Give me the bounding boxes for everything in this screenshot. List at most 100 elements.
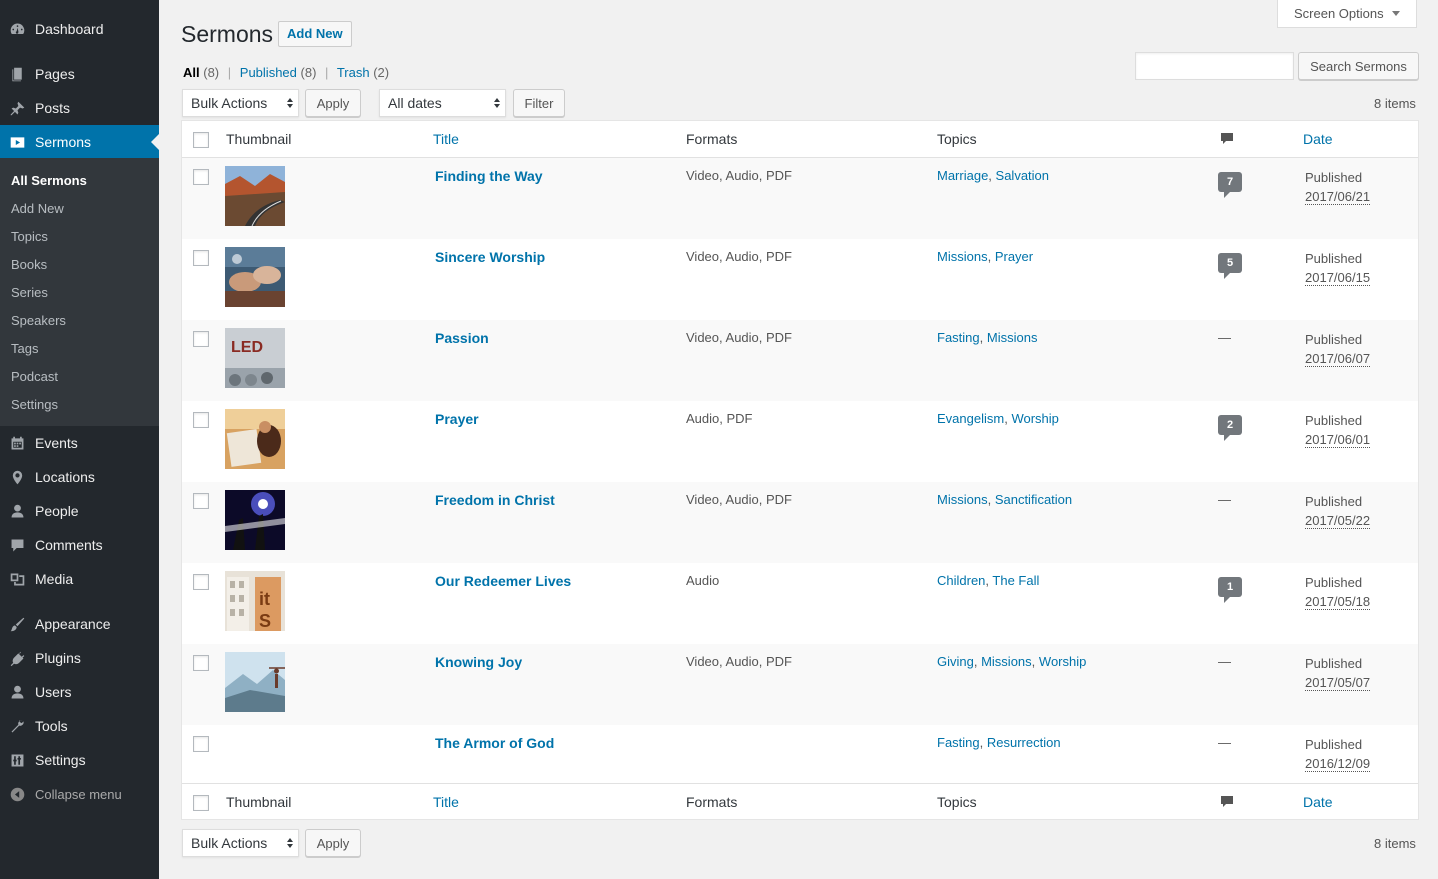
bulk-actions-select[interactable]: Bulk Actions [182, 89, 299, 117]
bulk-actions-value: Bulk Actions [191, 95, 268, 111]
sermon-title-link[interactable]: Our Redeemer Lives [435, 573, 571, 589]
topic-link[interactable]: Resurrection [987, 735, 1061, 750]
submenu-series[interactable]: Series [11, 285, 48, 300]
topic-link[interactable]: Worship [1039, 654, 1086, 669]
menu-events[interactable]: Events [0, 426, 159, 460]
sermon-status: Published [1305, 332, 1363, 347]
sermon-status: Published [1305, 737, 1363, 752]
date-filter-select[interactable]: All dates [379, 89, 506, 117]
comment-count-bubble[interactable]: 1 [1218, 577, 1242, 603]
row-checkbox[interactable] [193, 250, 209, 266]
topic-link[interactable]: Missions [937, 492, 988, 507]
sermon-thumbnail[interactable] [225, 409, 285, 469]
column-date-sort[interactable]: Date [1303, 131, 1333, 147]
topic-link[interactable]: Marriage [937, 168, 988, 183]
menu-users[interactable]: Users [0, 675, 159, 709]
sermon-title-link[interactable]: Passion [435, 330, 489, 346]
sermon-topics: Evangelism, Worship [937, 411, 1059, 426]
column-title-sort[interactable]: Title [433, 131, 459, 147]
topic-link[interactable]: The Fall [992, 573, 1039, 588]
sermon-title-link[interactable]: Sincere Worship [435, 249, 545, 265]
collapse-menu-button[interactable]: Collapse menu [0, 777, 159, 811]
row-checkbox[interactable] [193, 574, 209, 590]
menu-pages[interactable]: Pages [0, 57, 159, 91]
submenu-speakers[interactable]: Speakers [11, 313, 66, 328]
comment-count: 2 [1218, 415, 1242, 441]
row-checkbox[interactable] [193, 169, 209, 185]
menu-dashboard[interactable]: Dashboard [0, 12, 159, 46]
submenu-tags[interactable]: Tags [11, 341, 38, 356]
sermon-thumbnail[interactable]: it S [225, 571, 285, 631]
column-date-sort-footer[interactable]: Date [1303, 794, 1333, 810]
screen-options-button[interactable]: Screen Options [1277, 0, 1417, 28]
view-all-link[interactable]: All [183, 65, 200, 80]
menu-media[interactable]: Media [0, 562, 159, 596]
submenu-add-new[interactable]: Add New [11, 201, 64, 216]
topic-link[interactable]: Missions [987, 330, 1038, 345]
menu-posts[interactable]: Posts [0, 91, 159, 125]
sermon-title-link[interactable]: Prayer [435, 411, 479, 427]
topic-link[interactable]: Giving [937, 654, 974, 669]
menu-locations[interactable]: Locations [0, 460, 159, 494]
column-title-sort-footer[interactable]: Title [433, 794, 459, 810]
sermon-thumbnail[interactable] [225, 166, 285, 226]
row-checkbox[interactable] [193, 331, 209, 347]
sermon-thumbnail[interactable] [225, 490, 285, 550]
sermon-date-value: 2017/06/15 [1305, 270, 1371, 286]
bulk-actions-value: Bulk Actions [191, 835, 268, 851]
topic-link[interactable]: Salvation [996, 168, 1049, 183]
sermon-date: Published 2017/06/01 [1305, 411, 1371, 449]
submenu-all-sermons[interactable]: All Sermons [11, 173, 87, 188]
apply-button[interactable]: Apply [305, 89, 361, 117]
sermon-thumbnail[interactable]: LED [225, 328, 285, 388]
menu-plugins[interactable]: Plugins [0, 641, 159, 675]
sermon-title-link[interactable]: Finding the Way [435, 168, 543, 184]
row-checkbox[interactable] [193, 412, 209, 428]
column-topics: Topics [937, 131, 977, 147]
row-checkbox[interactable] [193, 655, 209, 671]
topic-link[interactable]: Fasting [937, 735, 980, 750]
sermon-title-link[interactable]: Knowing Joy [435, 654, 522, 670]
topic-link[interactable]: Evangelism [937, 411, 1004, 426]
menu-tools[interactable]: Tools [0, 709, 159, 743]
status-views: All (8) | Published (8) | Trash (2) [183, 65, 389, 80]
add-new-button[interactable]: Add New [278, 21, 352, 47]
sermon-formats: Video, Audio, PDF [686, 249, 792, 264]
topic-link[interactable]: Prayer [995, 249, 1033, 264]
submenu-settings[interactable]: Settings [11, 397, 58, 412]
select-all-checkbox-footer[interactable] [193, 795, 209, 811]
bulk-actions-select-bottom[interactable]: Bulk Actions [182, 829, 299, 857]
select-all-checkbox[interactable] [193, 132, 209, 148]
sermon-date: Published 2017/06/15 [1305, 249, 1371, 287]
comment-count-bubble[interactable]: 5 [1218, 253, 1242, 279]
sermon-thumbnail[interactable] [225, 652, 285, 712]
menu-comments[interactable]: Comments [0, 528, 159, 562]
topic-link[interactable]: Fasting [937, 330, 980, 345]
topic-link[interactable]: Missions [937, 249, 988, 264]
menu-sermons[interactable]: Sermons [0, 125, 159, 159]
menu-settings[interactable]: Settings [0, 743, 159, 777]
search-sermons-button[interactable]: Search Sermons [1298, 52, 1419, 80]
topic-link[interactable]: Missions [981, 654, 1032, 669]
apply-button-bottom[interactable]: Apply [305, 829, 361, 857]
submenu-books[interactable]: Books [11, 257, 47, 272]
calendar-icon [8, 434, 26, 452]
topic-link[interactable]: Worship [1011, 411, 1058, 426]
filter-button[interactable]: Filter [513, 89, 565, 117]
topic-link[interactable]: Sanctification [995, 492, 1072, 507]
submenu-podcast[interactable]: Podcast [11, 369, 58, 384]
row-checkbox[interactable] [193, 493, 209, 509]
menu-people[interactable]: People [0, 494, 159, 528]
comment-count-bubble[interactable]: 7 [1218, 172, 1242, 198]
topic-link[interactable]: Children [937, 573, 985, 588]
comment-count-bubble[interactable]: 2 [1218, 415, 1242, 441]
menu-appearance[interactable]: Appearance [0, 607, 159, 641]
search-input[interactable] [1135, 52, 1294, 80]
sermon-title-link[interactable]: The Armor of God [435, 735, 554, 751]
view-trash-link[interactable]: Trash [337, 65, 370, 80]
sermon-title-link[interactable]: Freedom in Christ [435, 492, 555, 508]
submenu-topics[interactable]: Topics [11, 229, 48, 244]
row-checkbox[interactable] [193, 736, 209, 752]
sermon-thumbnail[interactable] [225, 247, 285, 307]
view-published-link[interactable]: Published [240, 65, 297, 80]
